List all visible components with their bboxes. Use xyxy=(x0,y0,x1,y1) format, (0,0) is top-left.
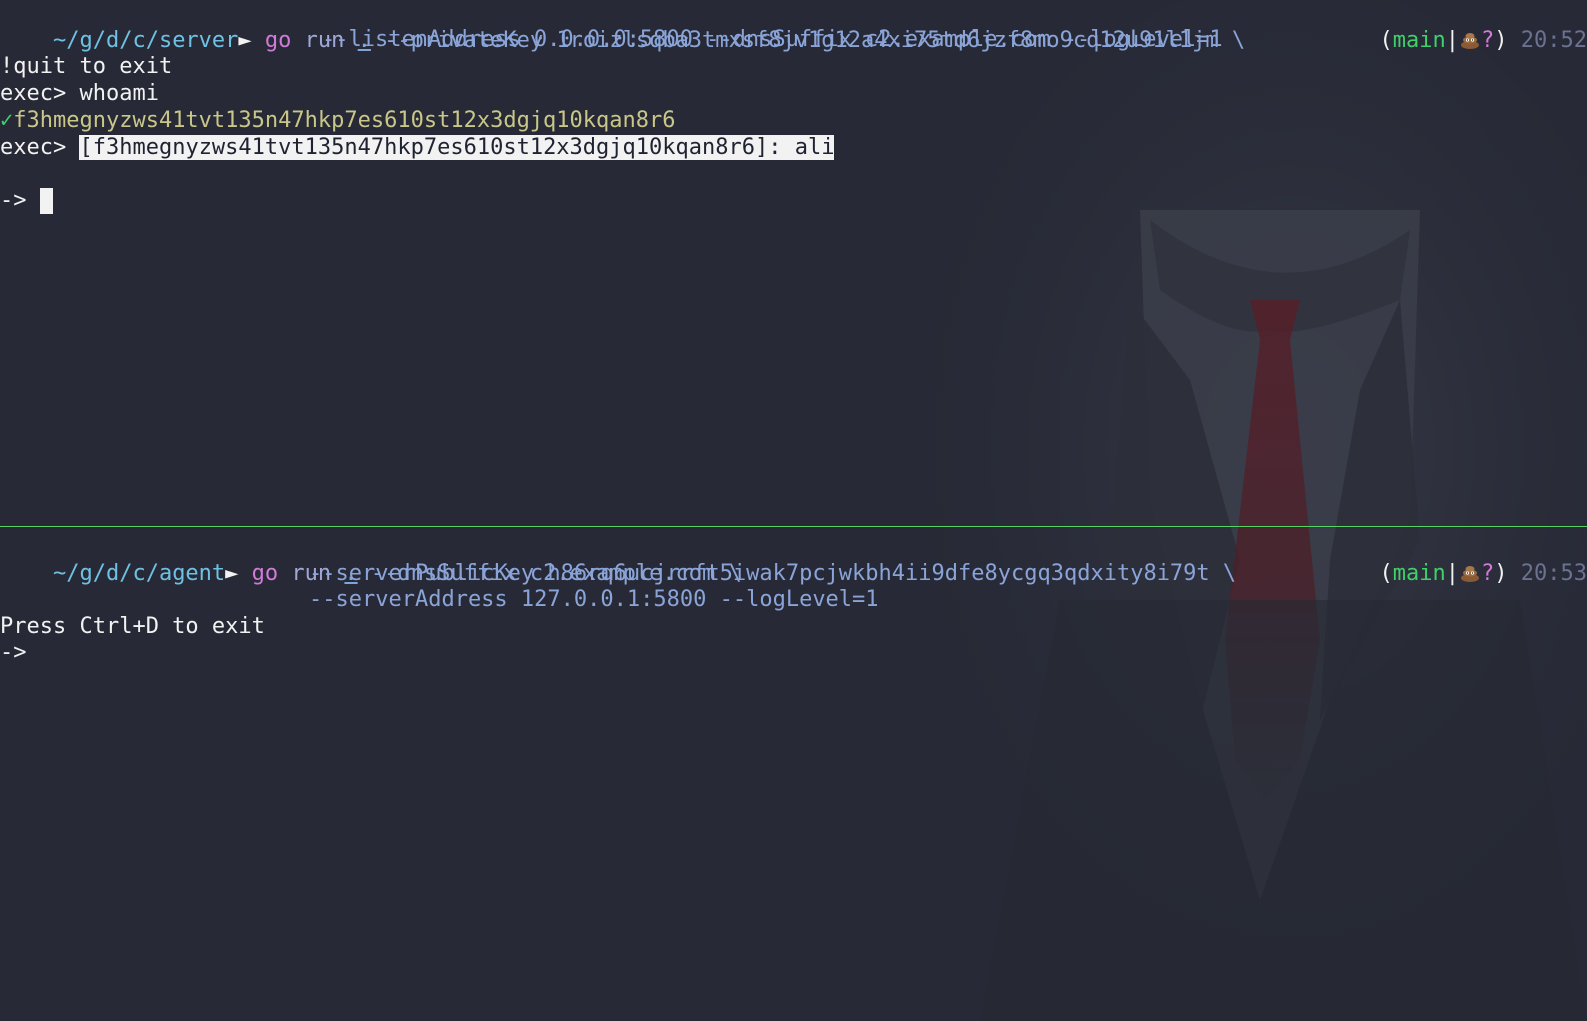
prompt-arrow-icon: ► xyxy=(238,28,252,53)
exec-line-2[interactable]: exec> [f3hmegnyzws41tvt135n47hkp7es610st… xyxy=(0,134,835,161)
agent-command-line-3: --serverAddress 127.0.0.1:5800 --logLeve… xyxy=(309,587,879,612)
server-command-line-1: ~/g/d/c/server► go run . --privateKey 1r… xyxy=(0,0,1245,53)
exit-hint: Press Ctrl+D to exit xyxy=(0,614,265,639)
git-branch: main xyxy=(1392,561,1446,586)
agent-terminal-pane[interactable]: ~/g/d/c/agent► go run . --dnsSuffix c2.e… xyxy=(0,530,1587,1021)
input-prompt: -> xyxy=(0,640,27,665)
selected-output-text[interactable]: [f3hmegnyzws41tvt135n47hkp7es610st12x3dg… xyxy=(79,135,835,160)
exec-command: whoami xyxy=(79,81,159,106)
text-cursor[interactable] xyxy=(39,188,53,214)
pane-divider[interactable] xyxy=(0,526,1587,527)
agent-command-line-2: --serverPublicKey h86rq6ucjrrft5iwak7pcj… xyxy=(309,561,1237,586)
prompt-time: 20:53 xyxy=(1520,561,1587,586)
check-icon: ✓ xyxy=(0,108,14,133)
input-prompt: -> xyxy=(0,188,40,213)
pile-of-poo-icon xyxy=(1461,33,1480,49)
exec-prompt: exec> xyxy=(0,81,80,106)
quit-hint: !quit to exit xyxy=(0,54,173,79)
prompt-path: ~/g/d/c/agent xyxy=(52,561,226,586)
command-go: go xyxy=(251,561,279,586)
prompt-time: 20:52 xyxy=(1520,28,1587,53)
pile-of-poo-icon xyxy=(1461,566,1480,582)
prompt-path: ~/g/d/c/server xyxy=(52,28,239,53)
agent-result-line: ✓f3hmegnyzws41tvt135n47hkp7es610st12x3dg… xyxy=(0,107,676,134)
agent-id: f3hmegnyzws41tvt135n47hkp7es610st12x3dgj… xyxy=(13,108,676,133)
git-branch: main xyxy=(1392,28,1446,53)
git-status: (main|?) 20:53 xyxy=(1379,561,1587,586)
server-terminal-pane[interactable]: ~/g/d/c/server► go run . --privateKey 1r… xyxy=(0,0,1587,525)
exec-prompt: exec> xyxy=(0,135,80,160)
git-dirty-indicator: ? xyxy=(1481,28,1495,53)
git-dirty-indicator: ? xyxy=(1481,561,1495,586)
server-command-line-2: --listenAddress 0.0.0.0:5800 --dnsSuffix… xyxy=(322,27,1223,52)
prompt-arrow-icon: ► xyxy=(225,561,239,586)
exec-line-1: exec> whoami xyxy=(0,80,159,107)
command-go: go xyxy=(264,28,292,53)
git-status: (main|?) 20:52 xyxy=(1379,28,1587,53)
input-line[interactable]: -> xyxy=(0,639,27,666)
agent-command-line-1: ~/g/d/c/agent► go run . --dnsSuffix c2.e… xyxy=(0,533,742,586)
input-line[interactable]: -> xyxy=(0,187,53,214)
